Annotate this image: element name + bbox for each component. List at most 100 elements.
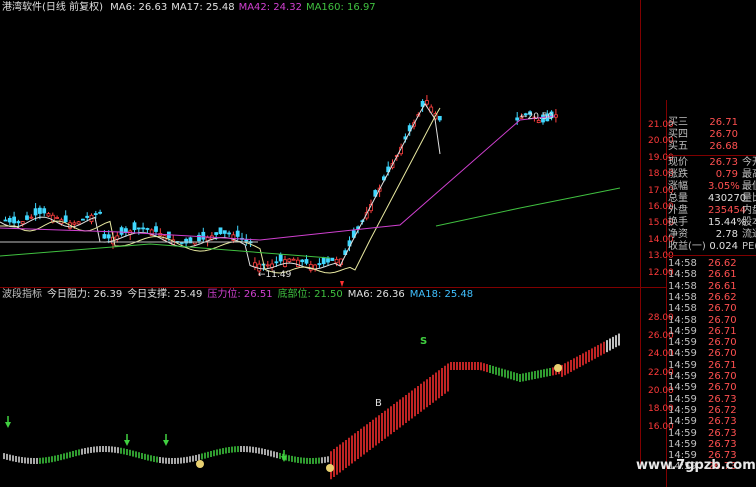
main-axis-tick: 16.00 [648,202,674,212]
down-arrow-icon [124,440,130,446]
candle-body [252,262,257,268]
candle-body [119,227,124,235]
stat-label: 外盘 [668,205,688,216]
trade-time: 14:58 [668,314,697,326]
stat-label-2: 最低 [742,181,756,192]
trade-time: 14:59 [668,325,697,337]
candle-body [42,208,47,214]
stat-label: 涨幅 [668,181,688,192]
trade-time: 14:58 [668,291,697,303]
sub-axis-tick: 22.00 [648,367,674,378]
trade-time: 14:58 [668,269,697,281]
main-axis-tick: 12.00 [648,267,674,278]
stat-label-2: 流通 [742,229,756,240]
candle-body [300,259,305,263]
trade-price: 26.61 [708,280,737,292]
candle-body [106,234,111,239]
stat-label: 净资 [668,229,688,240]
trade-price: 26.70 [708,303,737,315]
trade-price: 26.62 [708,258,737,269]
down-arrow-icon [163,440,169,446]
candle-body [141,227,146,230]
candle-body [179,242,184,244]
quote-divider [666,155,756,156]
candle-body [317,263,322,266]
sub-axis-tick: 28.00 [648,313,674,323]
candle-body [145,228,150,230]
candle-body [291,258,296,261]
bottom-marker-icon [326,464,334,472]
candle-body [81,218,85,221]
stat-label: 涨跌 [668,169,688,180]
sub-axis-tick: 16.00 [648,422,674,433]
main-axis-tick: 19.00 [648,152,674,163]
stat-label: 现价 [668,157,688,168]
candle-body [3,219,8,222]
candle-body [72,222,77,225]
trade-price: 26.72 [708,404,737,416]
stat-value: 3.05% [708,181,740,192]
candle-body [46,213,51,217]
stat-value: 2.78 [715,229,738,240]
low-price-marker: ←11.49 [258,270,292,280]
candle-body [76,221,81,225]
main-axis-tick: 14.00 [648,234,674,245]
trade-time: 14:59 [668,416,697,428]
trade-price: 26.62 [708,291,737,303]
stat-label: 换手 [668,217,688,228]
main-axis-tick: 18.00 [648,169,674,180]
trade-time: 14:59 [668,348,697,360]
candle-body [20,221,25,225]
candle-body [287,258,292,262]
candle-body [63,215,68,223]
signal-marker-icon [340,281,344,287]
stat-label-2: 内盘 [742,205,756,216]
candle-body [334,259,339,264]
wave-buy-label: B [375,398,382,409]
candle-body [93,213,98,215]
trade-time: 14:58 [668,258,697,269]
candle-body [132,222,137,231]
stat-value: 26.73 [709,157,738,168]
stat-label-2: 量比 [742,193,756,204]
trade-price: 26.73 [708,427,737,439]
trade-price: 26.73 [708,416,737,428]
ma6-line [0,103,441,270]
sub-axis-tick: 18.00 [648,404,674,414]
candle-body [154,226,158,232]
candle-body [278,254,283,262]
trade-time: 14:59 [668,382,697,394]
trade-price: 26.70 [708,314,737,326]
stat-label-2: 最高 [742,169,756,180]
stat-value: 430270 [708,193,747,204]
trade-time: 14:59 [668,393,697,405]
candle-body [227,232,232,235]
trade-time: 14:58 [668,280,697,292]
trade-time: 14:59 [668,337,697,349]
candle-body [25,215,29,220]
sub-axis-tick: 26.00 [648,331,674,342]
stat-value: 0.79 [715,169,738,180]
trade-price: 26.70 [708,382,737,394]
candle-body [295,259,300,268]
main-axis-tick: 17.00 [648,185,674,196]
bid-price: 26.71 [709,117,738,128]
candle-body [222,230,227,234]
trade-divider [666,255,756,256]
stat-label-2: 今开 [742,157,756,168]
candle-body [330,257,335,261]
candle-body [201,231,206,240]
down-arrow-icon [5,422,11,428]
trade-price: 26.73 [708,393,737,405]
stat-label: 总量 [668,193,688,204]
trade-time: 14:59 [668,371,697,382]
price-chart [0,95,621,480]
stat-label: 收益(一) [668,241,706,252]
trade-price: 26.70 [708,371,737,382]
stat-value: 15.44% [708,217,747,228]
stat-label-2: 股本 [742,217,756,228]
sub-axis-tick: 24.00 [648,349,674,360]
candle-body [102,234,107,239]
watermark: www.7gpzb.com [636,458,756,473]
trade-price: 26.73 [708,438,737,450]
